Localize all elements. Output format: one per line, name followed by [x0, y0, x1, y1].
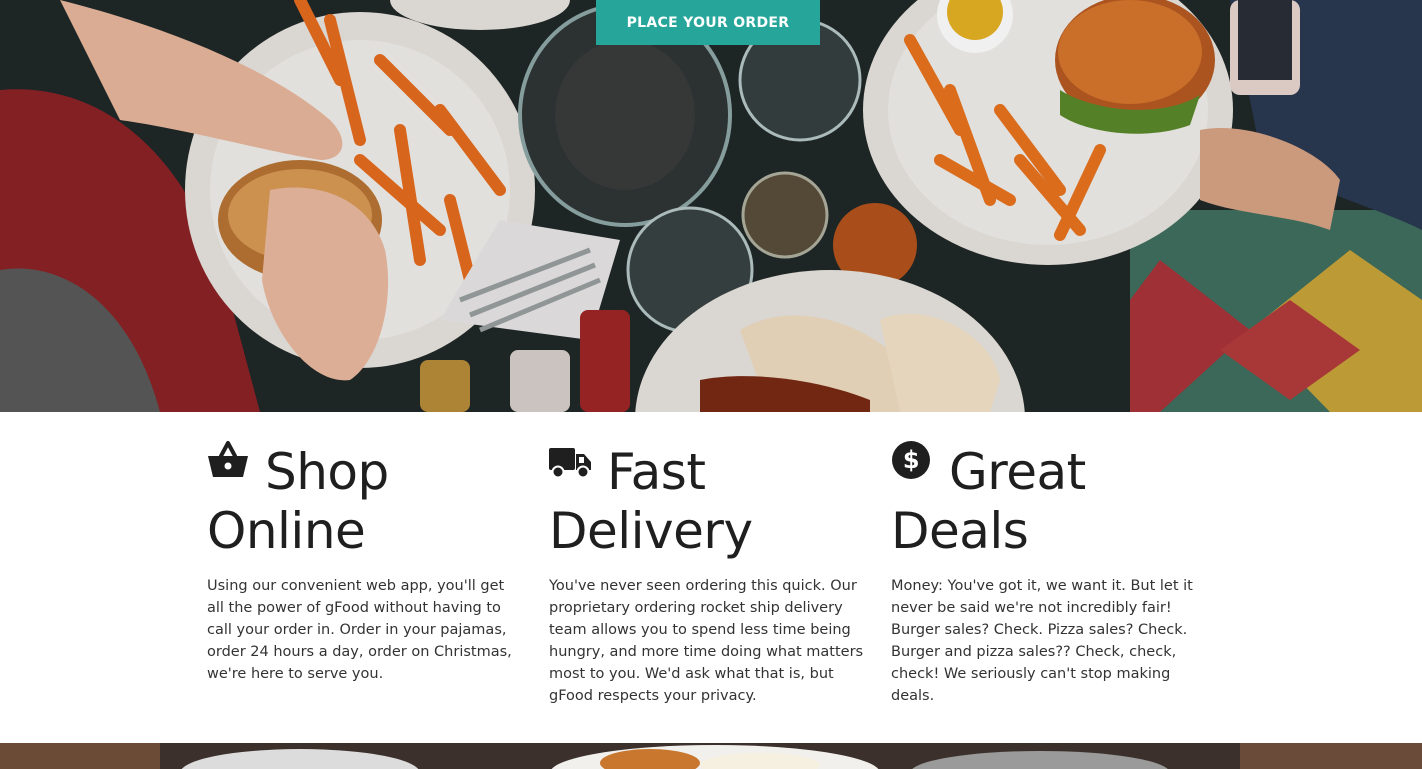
place-order-button[interactable]: PLACE YOUR ORDER	[596, 0, 820, 45]
feature-title: $ Great Deals	[891, 440, 1221, 561]
food-table-photo-2	[0, 743, 1422, 769]
feature-title-line1: Great	[949, 443, 1086, 501]
feature-title-line1: Shop	[265, 443, 389, 501]
feature-title: Shop Online	[207, 440, 537, 561]
feature-title-line2: Online	[207, 502, 366, 560]
delivery-truck-icon	[549, 448, 591, 479]
dollar-circle-icon: $	[892, 441, 930, 479]
features-section: Shop Online Using our convenient web app…	[0, 412, 1422, 743]
bottom-image	[0, 743, 1422, 769]
feature-title-line2: Delivery	[549, 502, 753, 560]
svg-text:$: $	[903, 446, 919, 474]
feature-title-line1: Fast	[607, 443, 706, 501]
feature-description: Money: You've got it, we want it. But le…	[891, 578, 1193, 704]
feature-description: You've never seen ordering this quick. O…	[549, 578, 864, 704]
shopping-basket-icon	[208, 441, 248, 477]
food-table-photo	[0, 0, 1422, 412]
feature-title: Fast Delivery	[549, 440, 879, 561]
feature-description: Using our convenient web app, you'll get…	[207, 578, 512, 682]
hero-image: PLACE YOUR ORDER	[0, 0, 1422, 412]
feature-title-line2: Deals	[891, 502, 1029, 560]
